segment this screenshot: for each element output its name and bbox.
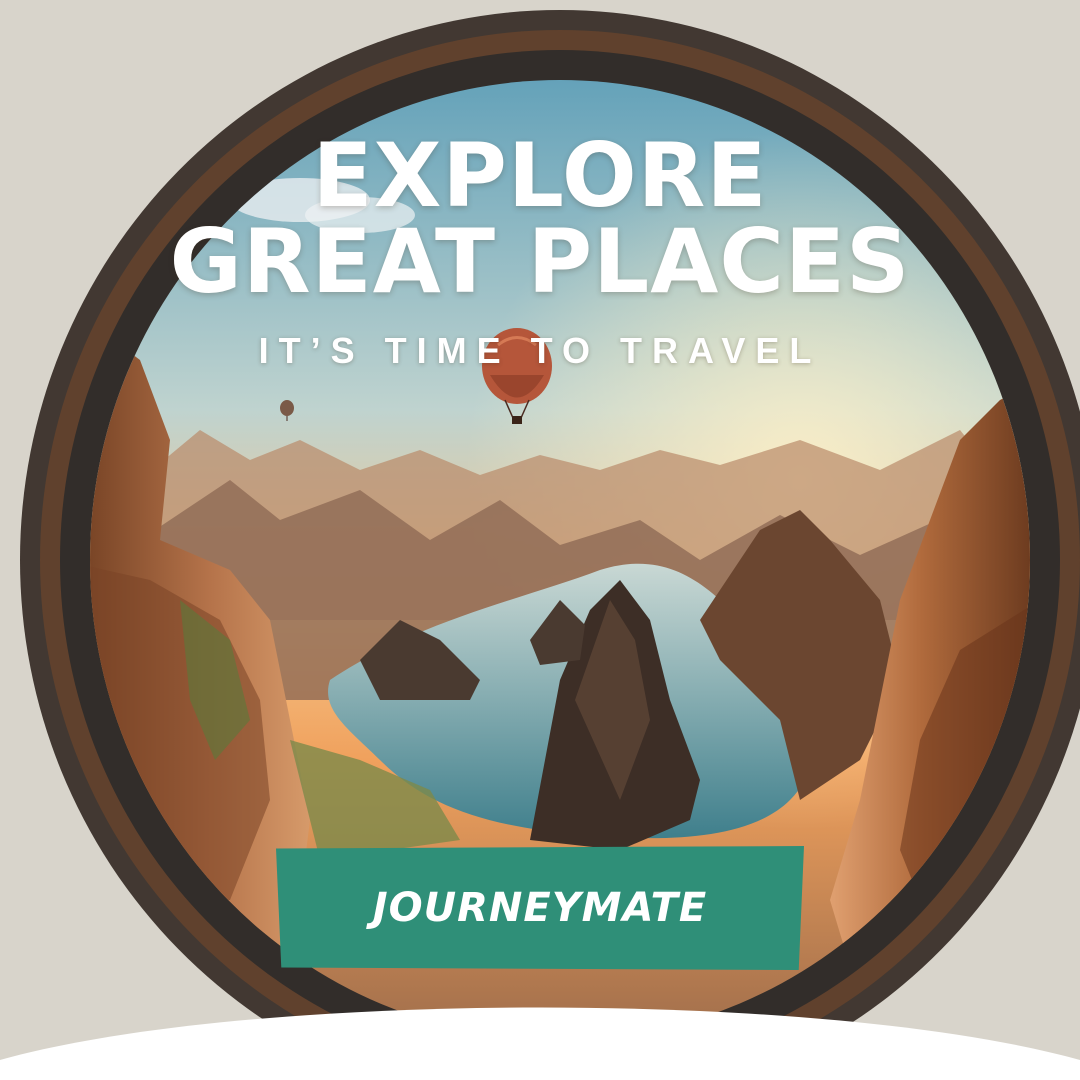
brand-name: JOURNEYMATE: [372, 885, 708, 931]
brand-banner: JOURNEYMATE: [276, 846, 804, 970]
tagline: IT’S TIME TO TRAVEL: [258, 330, 822, 371]
headline-line-2: GREAT PLACES: [169, 210, 911, 313]
travel-poster: EXPLORE GREAT PLACES IT’S TIME TO TRAVEL…: [0, 0, 1080, 1080]
